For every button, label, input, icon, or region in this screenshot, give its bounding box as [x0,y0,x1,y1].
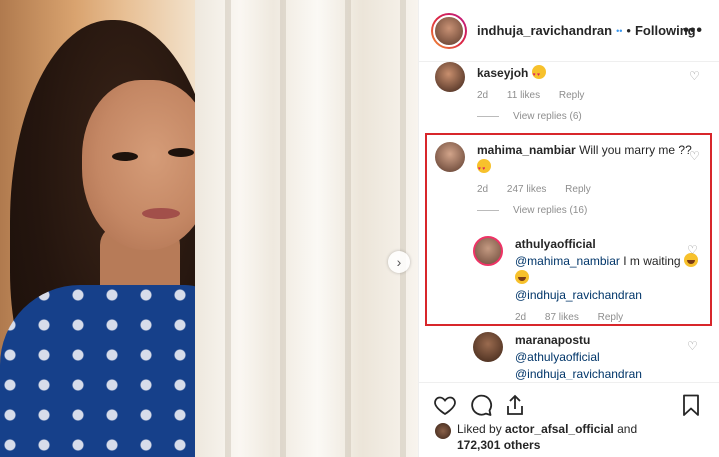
comment-like-heart-icon[interactable]: ♡ [689,70,701,82]
comment-reply-button[interactable]: Reply [559,90,585,101]
comment-username[interactable]: kaseyjoh [477,66,528,80]
view-replies-label: View replies (6) [513,111,582,122]
liked-by-prefix: Liked by [457,422,502,436]
comment-meta: 2d 11 likes Reply [477,90,705,101]
comment-item: kaseyjoh ♡ 2d 11 likes Reply View replie… [435,62,705,122]
more-options-icon[interactable]: ••• [683,22,703,40]
liker-avatar[interactable] [435,423,451,439]
reply-like-heart-icon[interactable]: ♡ [687,340,699,352]
photo-eye-left [112,152,138,161]
post-header: indhuja_ravichandran •• • Following ••• [419,0,719,62]
photo-shirt [0,285,225,457]
view-replies-button[interactable]: View replies (6) [477,111,705,122]
photo-lips [142,208,180,219]
highlight-box [425,133,712,326]
liked-by-and: and [617,422,638,436]
replier-avatar[interactable] [473,332,503,362]
heart-icon[interactable] [433,393,457,417]
comment-age: 2d [477,90,489,101]
reply-mention[interactable]: @athulyaofficial [515,350,600,364]
post-author-username[interactable]: indhuja_ravichandran [477,23,612,38]
post-author-avatar[interactable] [431,12,467,49]
liked-by-user[interactable]: actor_afsal_official [505,422,614,436]
post-photo: › [0,0,418,457]
liked-by-summary: Liked by actor_afsal_official and 172,30… [435,421,637,453]
photo-curtain [195,0,418,457]
share-icon[interactable] [503,393,527,417]
comment-icon[interactable] [469,393,493,417]
bookmark-icon[interactable] [679,393,703,417]
heart-eyes-emoji-icon [531,65,546,84]
reply-item: maranapostu @athulyaofficial @indhuja_ra… [473,332,703,380]
header-separator: • [626,23,631,38]
photo-face [82,80,212,250]
comment-likes[interactable]: 11 likes [507,90,540,101]
reply-username[interactable]: maranapostu [515,333,590,347]
photo-eye-right [168,148,194,157]
reply-mention[interactable]: @indhuja_ravichandran [515,367,642,380]
commenter-avatar[interactable] [435,62,465,92]
next-slide-button[interactable]: › [388,251,410,273]
post-actions: Liked by actor_afsal_official and 172,30… [419,382,719,457]
verified-badge-icon: •• [616,25,623,36]
chevron-right-icon: › [396,254,402,270]
liked-by-count[interactable]: 172,301 others [457,438,540,452]
